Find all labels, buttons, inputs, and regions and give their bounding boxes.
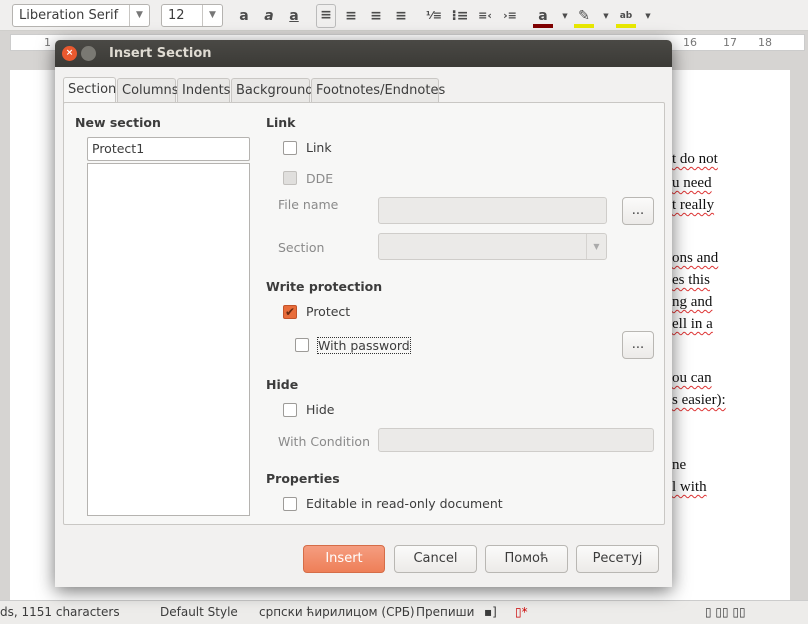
ruler-label: 1 [44, 36, 51, 49]
bold-button[interactable]: a [234, 6, 254, 26]
document-text: u need [672, 175, 712, 191]
char-background-button[interactable]: ab [616, 6, 636, 28]
justify-button[interactable]: ≡ [391, 6, 411, 26]
link-heading: Link [266, 115, 296, 130]
tab-background[interactable]: Background [231, 78, 314, 103]
help-button[interactable]: Помоћ [485, 545, 568, 573]
tab-columns[interactable]: Columns [117, 78, 179, 103]
section-select[interactable]: ▼ [378, 233, 607, 260]
section-name-input[interactable]: Protect1 [87, 137, 250, 161]
link-checkbox[interactable] [283, 141, 297, 155]
with-password-checkbox[interactable] [295, 338, 309, 352]
tab-footnotes-endnotes[interactable]: Footnotes/Endnotes [311, 78, 445, 103]
italic-button[interactable]: a [259, 6, 279, 26]
document-text: ou can [672, 370, 712, 386]
font-size-value: 12 [168, 8, 185, 23]
document-text: es this [672, 272, 710, 288]
language[interactable]: српски ћирилицом (СРБ) [259, 605, 415, 619]
formatting-toolbar: Liberation Serif ▼ 12 ▼ a a a ≡ ≡ ≡ ≡ ⅟≡ ⁝… [0, 0, 808, 31]
document-text: t really [672, 197, 715, 213]
file-name-input[interactable] [378, 197, 607, 224]
view-layout-icon[interactable]: ▯ ▯▯ ▯▯ [705, 605, 746, 619]
insert-section-dialog: × Insert Section Section Columns Indents… [55, 40, 672, 587]
document-text: ng and [672, 294, 713, 310]
ruler-label: 16 [683, 36, 697, 49]
insert-button[interactable]: Insert [303, 545, 385, 573]
properties-heading: Properties [266, 471, 340, 486]
section-tab-panel: New section Protect1 Link Link DDE File … [63, 102, 665, 525]
document-text: l with [672, 479, 707, 495]
with-condition-label: With Condition [278, 434, 371, 449]
align-left-button[interactable]: ≡ [316, 4, 336, 28]
chevron-down-icon[interactable]: ▼ [202, 5, 222, 26]
condition-input[interactable] [378, 428, 654, 452]
editable-checkbox[interactable] [283, 497, 297, 511]
new-section-heading: New section [75, 115, 161, 130]
document-text: s easier): [672, 392, 726, 408]
ruler-label: 17 [723, 36, 737, 49]
document-modified-icon[interactable]: ▯* [515, 605, 528, 619]
write-protection-heading: Write protection [266, 279, 383, 294]
chevron-down-icon[interactable]: ▼ [586, 234, 606, 259]
document-text: ons and [672, 250, 719, 266]
chevron-down-icon[interactable]: ▼ [555, 6, 575, 26]
maximize-icon[interactable] [81, 46, 96, 61]
file-name-label: File name [278, 197, 339, 212]
chevron-down-icon[interactable]: ▼ [596, 6, 616, 26]
insert-mode[interactable]: Препиши [416, 605, 474, 619]
protect-checkbox[interactable]: ✔ [283, 305, 297, 319]
section-label: Section [278, 240, 325, 255]
with-password-label[interactable]: With password [317, 337, 411, 354]
font-name-combo[interactable]: Liberation Serif ▼ [12, 4, 150, 27]
increase-indent-icon[interactable]: ›≡ [500, 6, 520, 26]
numbering-icon[interactable]: ⅟≡ [424, 6, 444, 26]
font-name-value: Liberation Serif [19, 8, 119, 23]
align-center-button[interactable]: ≡ [341, 6, 361, 26]
status-bar: ds, 1151 characters Default Style српски… [0, 600, 808, 624]
dde-checkbox[interactable] [283, 171, 297, 185]
font-color-button[interactable]: a [533, 6, 553, 28]
hide-label[interactable]: Hide [306, 402, 335, 417]
page-style[interactable]: Default Style [160, 605, 238, 619]
hide-heading: Hide [266, 377, 299, 392]
ruler-label: 18 [758, 36, 772, 49]
dialog-title: Insert Section [109, 46, 212, 61]
document-text: t do not [672, 151, 718, 167]
highlight-button[interactable]: ✎ [574, 6, 594, 28]
dialog-titlebar[interactable]: × Insert Section [55, 40, 672, 67]
hide-checkbox[interactable] [283, 403, 297, 417]
password-button[interactable]: ... [622, 331, 654, 359]
document-text: ne [672, 457, 687, 473]
link-label[interactable]: Link [306, 140, 332, 155]
underline-button[interactable]: a [284, 6, 304, 26]
cancel-button[interactable]: Cancel [394, 545, 477, 573]
document-text: ell in a [672, 316, 713, 332]
close-icon[interactable]: × [62, 46, 77, 61]
chevron-down-icon[interactable]: ▼ [638, 6, 658, 26]
word-count[interactable]: ds, 1151 characters [0, 605, 120, 619]
browse-file-button[interactable]: ... [622, 197, 654, 225]
dde-label: DDE [306, 171, 334, 186]
bullets-icon[interactable]: ⁝≡ [450, 6, 470, 26]
decrease-indent-icon[interactable]: ≡‹ [475, 6, 495, 26]
font-size-combo[interactable]: 12 ▼ [161, 4, 223, 27]
tab-indents[interactable]: Indents [177, 78, 230, 103]
align-right-button[interactable]: ≡ [366, 6, 386, 26]
editable-label[interactable]: Editable in read-only document [306, 496, 503, 511]
reset-button[interactable]: Ресетуј [576, 545, 659, 573]
protect-label[interactable]: Protect [306, 304, 350, 319]
section-list[interactable] [87, 163, 250, 516]
tab-section[interactable]: Section [63, 77, 116, 104]
selection-mode-icon[interactable]: ▪] [484, 605, 497, 619]
chevron-down-icon[interactable]: ▼ [129, 5, 149, 26]
